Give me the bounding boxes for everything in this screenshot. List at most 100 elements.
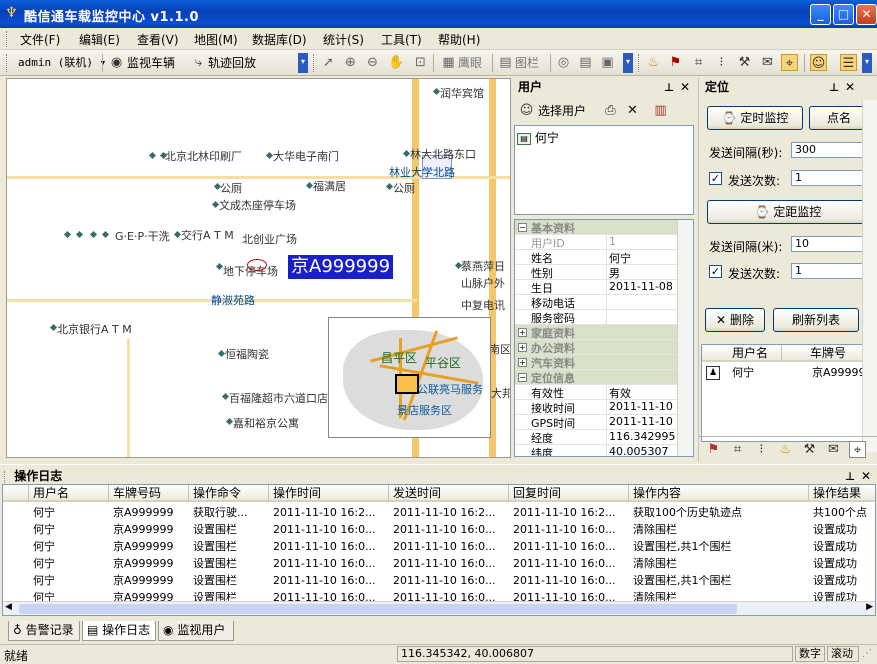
close-button[interactable]: ✕: [856, 4, 877, 25]
locate-icon[interactable]: ⌖: [781, 54, 798, 71]
tab-alarm-records[interactable]: ♁ 告警记录: [8, 621, 80, 641]
close-panel-icon[interactable]: ✕: [845, 78, 855, 96]
tab-operation-log[interactable]: ▤ 操作日志: [82, 621, 156, 641]
fence-icon[interactable]: ⁝: [713, 54, 730, 71]
log-grip[interactable]: [4, 470, 10, 483]
col-username[interactable]: 用户名: [29, 485, 109, 502]
users-icon[interactable]: ☺: [810, 54, 827, 71]
section-basic-info[interactable]: − 基本资料: [515, 220, 680, 235]
full-extent-icon[interactable]: ⊡: [412, 54, 429, 71]
prop-value[interactable]: 男: [609, 265, 620, 281]
locate-icon[interactable]: ⌖: [849, 441, 866, 458]
col-result[interactable]: 操作结果: [809, 485, 875, 502]
log-horizontal-scrollbar[interactable]: ◀ ▶: [3, 601, 875, 615]
properties-icon[interactable]: ⎙: [602, 102, 619, 119]
col-plate-number[interactable]: 车牌号码: [109, 485, 189, 502]
scroll-right-icon[interactable]: ▶: [866, 602, 873, 612]
send-count-checkbox[interactable]: ✓: [709, 172, 722, 185]
window-icon[interactable]: ▣: [599, 54, 616, 71]
prop-value[interactable]: 2011-11-08: [609, 280, 673, 293]
send-count-input[interactable]: 1: [791, 170, 863, 186]
user-list-item[interactable]: ▤ 何宁: [517, 129, 559, 146]
select-user-button[interactable]: 选择用户: [538, 102, 586, 120]
menu-view[interactable]: 查看(V): [137, 31, 179, 48]
mail-icon[interactable]: ✉: [825, 441, 842, 458]
scroll-thumb[interactable]: [19, 604, 737, 614]
minimize-button[interactable]: _: [810, 4, 831, 25]
tab-monitor-users[interactable]: ◉ 监视用户: [158, 621, 234, 641]
col-plate[interactable]: 车牌号: [782, 345, 862, 362]
vehicle-alert-icon[interactable]: ⚑: [667, 54, 684, 71]
menu-help[interactable]: 帮助(H): [438, 31, 480, 48]
toolbar-grip-3[interactable]: [638, 54, 641, 72]
alarm-icon[interactable]: ♨: [645, 54, 662, 71]
vehicle-plate-label[interactable]: 京A999999: [288, 255, 394, 279]
monitor-user-plate[interactable]: 京A99999: [808, 364, 862, 381]
locate-panel-scrollbar[interactable]: [862, 100, 877, 452]
section-car-info[interactable]: + 汽车资料: [515, 355, 680, 370]
title-bar[interactable]: ♆ 酷信通车载监控中心 v1.1.0 _ □ ✕: [0, 0, 877, 28]
menu-map[interactable]: 地图(M): [194, 31, 238, 48]
pin-icon[interactable]: ⊥: [664, 79, 674, 97]
section-office-info[interactable]: + 办公资料: [515, 340, 680, 355]
scroll-left-icon[interactable]: ◀: [5, 602, 12, 612]
monitor-vehicle-button[interactable]: 监视车辆: [127, 54, 175, 72]
zoom-in-icon[interactable]: ⊕: [342, 54, 359, 71]
toolbar-overflow-button-3[interactable]: ▾: [862, 53, 872, 73]
refresh-list-button[interactable]: 刷新列表: [773, 308, 859, 332]
close-panel-icon[interactable]: ✕: [861, 467, 871, 485]
chart-icon[interactable]: ▥: [652, 102, 669, 119]
section-location-info[interactable]: − 定位信息: [515, 370, 680, 385]
layers-button[interactable]: 图栏: [515, 54, 539, 72]
call-roll-button[interactable]: 点名: [809, 106, 869, 130]
resize-grip-icon[interactable]: ⋰: [862, 648, 872, 659]
menu-edit[interactable]: 编辑(E): [79, 31, 120, 48]
menu-database[interactable]: 数据库(D): [252, 31, 307, 48]
distance-monitor-button[interactable]: ⌚ 定距监控: [707, 200, 869, 224]
distance-interval-input[interactable]: 10: [791, 236, 863, 252]
log-icon[interactable]: ☰: [840, 54, 857, 71]
pan-hand-icon[interactable]: ✋: [388, 54, 405, 71]
interval-input[interactable]: 300: [791, 142, 863, 158]
tools-icon[interactable]: ⚒: [736, 54, 753, 71]
pin-icon[interactable]: ⊥: [829, 79, 839, 97]
tools-icon[interactable]: ⚒: [801, 441, 818, 458]
fence-icon[interactable]: ⁝: [753, 441, 770, 458]
col-reply-time[interactable]: 回复时间: [509, 485, 629, 502]
mail-icon[interactable]: ✉: [759, 54, 776, 71]
select-area-icon[interactable]: ⌗: [729, 441, 746, 458]
section-family-info[interactable]: + 家庭资料: [515, 325, 680, 340]
track-playback-button[interactable]: 轨迹回放: [208, 54, 256, 72]
menu-stats[interactable]: 统计(S): [323, 31, 364, 48]
search-map-icon[interactable]: ◎: [555, 54, 572, 71]
col-operation-time[interactable]: 操作时间: [269, 485, 389, 502]
account-dropdown[interactable]: admin (联机) ▾: [18, 54, 106, 72]
toolbar-overflow-button-2[interactable]: ▾: [623, 53, 633, 73]
toolbar-overflow-button[interactable]: ▾: [298, 53, 308, 73]
menu-grip[interactable]: [6, 31, 9, 47]
col-send-time[interactable]: 发送时间: [389, 485, 509, 502]
eagle-eye-overview-map[interactable]: 昌平区 平谷区 公联亮马服务 景店服务区: [328, 317, 491, 438]
toolbar-grip[interactable]: [6, 54, 9, 72]
alarm-icon[interactable]: ♨: [777, 441, 794, 458]
delete-button[interactable]: ✕ 删除: [705, 308, 765, 332]
vehicle-alert-icon[interactable]: ⚑: [705, 441, 722, 458]
prop-value[interactable]: 何宁: [609, 250, 631, 266]
send-count-2-checkbox[interactable]: ✓: [709, 265, 722, 278]
menu-file[interactable]: 文件(F): [20, 31, 60, 48]
col-content[interactable]: 操作内容: [629, 485, 809, 502]
maximize-button[interactable]: □: [833, 4, 854, 25]
map-view[interactable]: 润华宾馆 北京北林印刷厂 大华电子南门 林大北路东口 林业大学北路 公厕 福满居…: [6, 78, 511, 458]
select-area-icon[interactable]: ⌗: [690, 54, 707, 71]
send-count-2-input[interactable]: 1: [791, 263, 863, 279]
eagle-eye-button[interactable]: 鹰眼: [458, 54, 482, 72]
zoom-out-icon[interactable]: ⊖: [364, 54, 381, 71]
monitor-user-name[interactable]: 何宁: [728, 364, 754, 381]
delete-user-icon[interactable]: ✕: [624, 102, 641, 119]
close-panel-icon[interactable]: ✕: [680, 78, 690, 96]
list-icon[interactable]: ▤: [577, 54, 594, 71]
col-username[interactable]: 用户名: [702, 345, 782, 362]
menu-tools[interactable]: 工具(T): [381, 31, 422, 48]
pointer-icon[interactable]: ➚: [320, 54, 337, 71]
properties-scrollbar[interactable]: [677, 220, 693, 456]
